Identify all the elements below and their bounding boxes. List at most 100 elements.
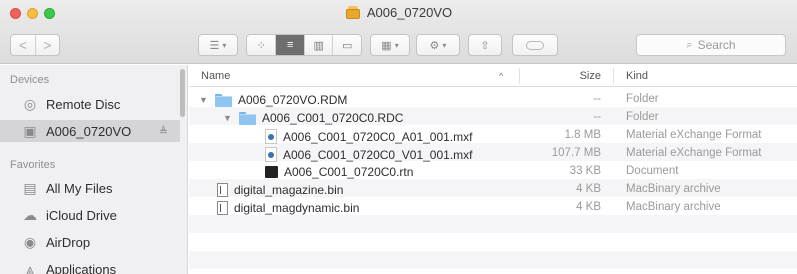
sort-chevron-icon: ^	[499, 71, 504, 81]
sidebar-item-a006-drive[interactable]: ▣ A006_0720VO ≜	[0, 120, 180, 142]
column-header-kind[interactable]: Kind	[626, 70, 648, 82]
back-button[interactable]: <	[11, 35, 35, 55]
document-icon	[265, 166, 278, 178]
file-name: digital_magdynamic.bin	[234, 201, 360, 215]
table-row[interactable]: ▼ A006_C001_0720C0.RDC -- Folder	[189, 109, 797, 127]
disc-icon: ◎	[23, 95, 37, 112]
disclosure-triangle-icon[interactable]: ▼	[223, 113, 233, 123]
list-view-icon: ≡	[287, 39, 294, 51]
column-view-button[interactable]: ▥	[303, 35, 333, 55]
file-kind: Folder	[626, 111, 659, 123]
tag-icon	[526, 40, 544, 50]
file-size: 1.8 MB	[564, 129, 601, 141]
finder-window: A006_0720VO < > ☰ ▾ ⁘ ≡ ▥ ▭ ▦ ▾ ⚙ ▾ ⇧ ⌕ …	[0, 0, 797, 274]
applications-icon: ⩓	[26, 260, 34, 274]
file-name: A006_C001_0720C0_A01_001.mxf	[283, 129, 473, 144]
disclosure-triangle-icon[interactable]: ▼	[199, 95, 209, 105]
columns-icon: ▥	[313, 39, 324, 52]
view-mode-group: ⁘ ≡ ▥ ▭	[246, 34, 362, 56]
tags-button[interactable]	[512, 34, 558, 56]
cloud-icon: ☁	[23, 206, 37, 223]
file-kind: Document	[626, 165, 679, 177]
forward-chevron-icon: >	[43, 37, 52, 53]
column-header-size[interactable]: Size	[580, 70, 601, 82]
cover-flow-icon: ▭	[342, 39, 353, 52]
sidebar-item-label: Remote Disc	[46, 96, 121, 112]
chevron-down-icon: ▾	[394, 40, 399, 50]
file-kind: MacBinary archive	[626, 201, 721, 213]
drive-icon: ▣	[23, 122, 37, 139]
airdrop-icon: ◉	[23, 233, 37, 250]
column-divider[interactable]	[519, 68, 520, 84]
sidebar-item-label: A006_0720VO	[46, 123, 132, 139]
file-kind: Material eXchange Format	[626, 129, 762, 141]
icon-grid-icon: ⁘	[256, 39, 266, 52]
share-button[interactable]: ⇧	[468, 34, 502, 56]
file-kind: MacBinary archive	[626, 183, 721, 195]
sidebar-item-label: All My Files	[46, 180, 113, 196]
folder-icon	[215, 93, 232, 107]
group-by-button[interactable]: ▦ ▾	[370, 34, 410, 56]
sidebar-item-icloud-drive[interactable]: ☁ iCloud Drive	[0, 204, 180, 226]
column-header-name[interactable]: Name	[201, 70, 230, 82]
table-row[interactable]: digital_magazine.bin 4 KB MacBinary arch…	[189, 181, 797, 199]
chevron-down-icon: ▾	[442, 40, 447, 50]
file-name: digital_magazine.bin	[234, 183, 344, 197]
sidebar-item-all-my-files[interactable]: ▤ All My Files	[0, 177, 180, 199]
cover-flow-button[interactable]: ▭	[332, 35, 361, 55]
arrange-menu-button[interactable]: ☰ ▾	[198, 34, 238, 56]
row-stripe	[189, 251, 797, 269]
back-chevron-icon: <	[18, 37, 28, 53]
file-kind: Material eXchange Format	[626, 147, 762, 159]
table-row[interactable]: ▼ A006_0720VO.RDM -- Folder	[189, 91, 797, 109]
window-title-text: A006_0720VO	[366, 5, 453, 20]
file-size: --	[593, 93, 601, 105]
sidebar-section-devices: Devices	[10, 74, 50, 86]
sidebar-section-favorites: Favorites	[10, 159, 56, 171]
search-icon: ⌕	[686, 38, 693, 51]
table-row[interactable]: A006_C001_0720C0_A01_001.mxf 1.8 MB Mate…	[189, 127, 797, 145]
file-name: A006_C001_0720C0_V01_001.mxf	[283, 147, 473, 162]
mxf-file-icon	[265, 129, 277, 144]
table-row[interactable]: A006_C001_0720C0_V01_001.mxf 107.7 MB Ma…	[189, 145, 797, 163]
window-title: A006_0720VO	[0, 5, 797, 20]
column-header: Name ^ Size Kind	[189, 65, 797, 87]
file-name: A006_0720VO.RDM	[238, 93, 348, 107]
sidebar-item-remote-disc[interactable]: ◎ Remote Disc	[0, 93, 180, 115]
all-files-icon: ▤	[23, 179, 37, 196]
file-size: 107.7 MB	[551, 147, 601, 159]
share-icon: ⇧	[480, 39, 490, 52]
search-field[interactable]: ⌕ Search	[636, 34, 786, 56]
binary-file-icon	[217, 183, 228, 197]
row-stripe	[189, 215, 797, 233]
external-drive-icon	[345, 5, 361, 20]
file-size: 4 KB	[576, 201, 601, 213]
sidebar-scrollbar[interactable]	[180, 69, 185, 117]
sidebar-item-label: AirDrop	[46, 234, 91, 250]
eject-icon[interactable]: ≜	[159, 125, 168, 138]
list-lines-icon: ☰	[209, 39, 220, 52]
sidebar-item-applications[interactable]: ⩓ Applications	[0, 258, 180, 274]
column-divider[interactable]	[613, 68, 614, 84]
file-kind: Folder	[626, 93, 659, 105]
sidebar-item-label: Applications	[46, 261, 117, 274]
search-placeholder: Search	[697, 38, 736, 52]
sidebar-item-label: iCloud Drive	[46, 207, 117, 223]
icon-view-button[interactable]: ⁘	[247, 35, 275, 55]
folder-icon	[239, 111, 256, 125]
title-toolbar: A006_0720VO < > ☰ ▾ ⁘ ≡ ▥ ▭ ▦ ▾ ⚙ ▾ ⇧ ⌕ …	[0, 0, 797, 64]
file-size: 33 KB	[569, 165, 601, 177]
forward-button[interactable]: >	[34, 35, 59, 55]
file-size: --	[593, 111, 601, 123]
sidebar-item-airdrop[interactable]: ◉ AirDrop	[0, 231, 180, 253]
file-list: Name ^ Size Kind ▼ A006_0720VO.RDM -- Fo…	[189, 65, 797, 274]
table-row[interactable]: A006_C001_0720C0.rtn 33 KB Document	[189, 163, 797, 181]
sidebar: Devices ◎ Remote Disc ▣ A006_0720VO ≜ Fa…	[0, 65, 188, 274]
list-view-button[interactable]: ≡	[275, 35, 304, 55]
group-grid-icon: ▦	[381, 39, 392, 52]
file-name: A006_C001_0720C0.rtn	[284, 165, 414, 179]
action-menu-button[interactable]: ⚙ ▾	[416, 34, 460, 56]
table-row[interactable]: digital_magdynamic.bin 4 KB MacBinary ar…	[189, 199, 797, 217]
binary-file-icon	[217, 201, 228, 215]
file-size: 4 KB	[576, 183, 601, 195]
